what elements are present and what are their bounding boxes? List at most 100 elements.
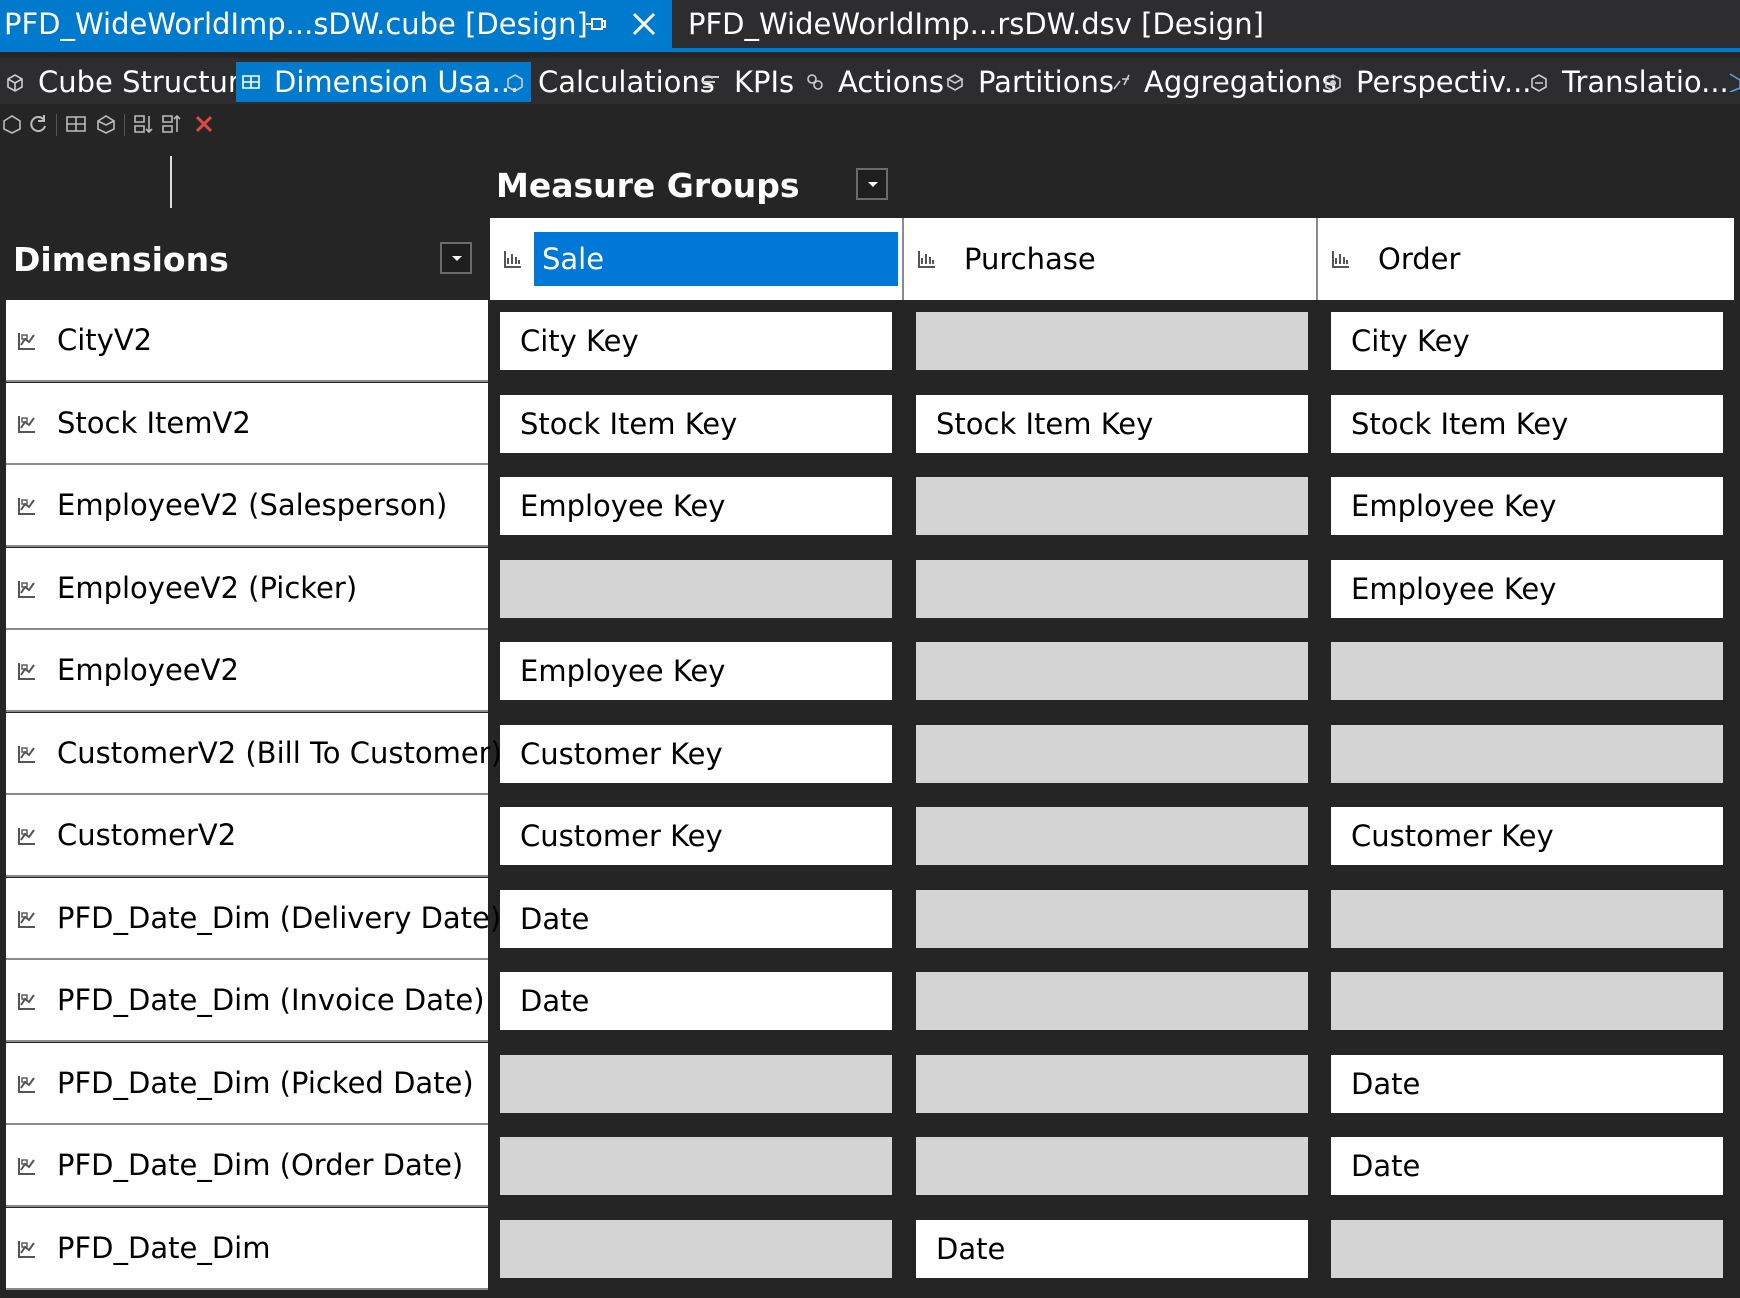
tab-cube-structure[interactable]: Cube Structure <box>0 62 257 102</box>
tab-aggregations[interactable]: Aggregations <box>1106 62 1337 102</box>
relationship-cell[interactable] <box>500 1219 892 1278</box>
relationship-cell[interactable] <box>916 724 1308 783</box>
tab-label: Actions <box>838 65 944 99</box>
dimensions-dropdown[interactable] <box>440 242 472 274</box>
sort-ascending-icon[interactable] <box>132 112 156 136</box>
relationship-cell[interactable] <box>916 1054 1308 1113</box>
relationship-cell[interactable]: City Key <box>1331 312 1723 370</box>
dimension-row[interactable]: PFD_Date_Dim <box>6 1207 488 1290</box>
dimension-icon <box>18 1075 35 1093</box>
document-tab-dsv[interactable]: PFD_WideWorldImp...rsDW.dsv [Design] <box>684 0 1264 48</box>
relationship-cell[interactable]: Stock Item Key <box>1331 394 1723 453</box>
tab-dimension-usage[interactable]: Dimension Usa... <box>236 62 532 102</box>
dimension-row[interactable]: PFD_Date_Dim (Order Date) <box>6 1125 488 1207</box>
tab-label: Perspectiv... <box>1356 65 1532 99</box>
refresh-icon[interactable] <box>26 112 50 136</box>
relationship-cell[interactable]: Date <box>916 1219 1308 1278</box>
relationship-cell[interactable]: Stock Item Key <box>500 394 892 453</box>
overflow-tab-icon[interactable] <box>1724 70 1740 92</box>
relationship-cell[interactable] <box>916 312 1308 370</box>
relationship-cell[interactable] <box>916 1137 1308 1195</box>
relationship-cell[interactable] <box>1331 972 1723 1030</box>
tab-label: Partitions <box>978 65 1114 99</box>
dimension-row[interactable]: CityV2 <box>6 300 488 382</box>
relationship-cell[interactable] <box>1331 1219 1723 1278</box>
dimension-icon <box>18 580 35 598</box>
dimension-label: EmployeeV2 (Picker) <box>57 570 358 605</box>
sort-descending-icon[interactable] <box>160 112 184 136</box>
relationship-cell[interactable] <box>916 559 1308 618</box>
grid-splitter[interactable] <box>170 156 172 208</box>
relationship-cell[interactable]: Employee Key <box>1331 477 1723 535</box>
relationship-cell[interactable] <box>916 807 1308 865</box>
dimension-row[interactable]: Stock ItemV2 <box>6 382 488 465</box>
tab-calculations[interactable]: Calculations <box>500 62 715 102</box>
dimension-row[interactable]: PFD_Date_Dim (Invoice Date) <box>6 960 488 1042</box>
tab-translations[interactable]: Translatio... <box>1524 62 1729 102</box>
tab-label: Cube Structure <box>38 65 258 99</box>
relationship-cell[interactable] <box>916 889 1308 948</box>
dimension-row[interactable]: CustomerV2 <box>6 795 488 877</box>
document-tab-cube[interactable]: PFD_WideWorldImp...sDW.cube [Design] <box>0 0 672 48</box>
relationship-cell[interactable]: Stock Item Key <box>916 394 1308 453</box>
dimension-label: PFD_Date_Dim (Delivery Date) <box>57 900 502 935</box>
relationship-cell[interactable] <box>500 1054 892 1113</box>
relationship-cell[interactable]: Customer Key <box>1331 807 1723 865</box>
designer-tab-strip: Cube Structure Dimension Usa... Calculat… <box>0 58 1740 104</box>
tab-label: Translatio... <box>1562 65 1729 99</box>
relationship-cell[interactable]: Date <box>1331 1054 1723 1113</box>
tab-kpis[interactable]: KPIs <box>696 62 794 102</box>
add-cube-dimension-icon[interactable] <box>0 112 24 136</box>
relationship-cell[interactable]: Customer Key <box>500 807 892 865</box>
relationship-cell[interactable]: Employee Key <box>1331 559 1723 618</box>
relationship-cell[interactable] <box>916 477 1308 535</box>
dimension-label: PFD_Date_Dim (Picked Date) <box>57 1065 474 1100</box>
relationship-cell[interactable]: Employee Key <box>500 642 892 700</box>
relationship-cell[interactable]: City Key <box>500 312 892 370</box>
tab-label: Dimension Usa... <box>274 65 520 99</box>
relationship-cell[interactable] <box>1331 642 1723 700</box>
dimension-row[interactable]: PFD_Date_Dim (Picked Date) <box>6 1042 488 1125</box>
measure-group-header-sale[interactable]: Sale <box>490 218 904 300</box>
relationship-cell[interactable]: Date <box>1331 1137 1723 1195</box>
dimension-label: EmployeeV2 <box>57 653 239 687</box>
relationship-cell[interactable] <box>916 972 1308 1030</box>
relationship-cell[interactable]: Employee Key <box>500 477 892 535</box>
measure-group-header-purchase[interactable]: Purchase <box>904 218 1318 300</box>
tab-label: Calculations <box>538 65 715 99</box>
dimension-row[interactable]: EmployeeV2 (Picker) <box>6 547 488 630</box>
pin-icon[interactable] <box>582 10 610 38</box>
cube-structure-icon <box>7 74 23 92</box>
dimension-label: Stock ItemV2 <box>57 405 251 440</box>
relationship-cell[interactable]: Customer Key <box>500 724 892 783</box>
delete-icon[interactable] <box>192 112 216 136</box>
document-tab-title: PFD_WideWorldImp...rsDW.dsv [Design] <box>688 7 1264 41</box>
dimension-row[interactable]: PFD_Date_Dim (Delivery Date) <box>6 877 501 960</box>
relationship-cell[interactable]: Date <box>500 972 892 1030</box>
close-icon[interactable] <box>630 10 658 38</box>
dimension-icon <box>18 1240 35 1258</box>
document-tab-strip: PFD_WideWorldImp...sDW.cube [Design] PFD… <box>0 0 1740 52</box>
tab-perspectives[interactable]: Perspectiv... <box>1318 62 1532 102</box>
tab-partitions[interactable]: Partitions <box>940 62 1114 102</box>
relationship-cell[interactable] <box>1331 724 1723 783</box>
measure-group-header-order[interactable]: Order <box>1318 218 1734 300</box>
tab-actions[interactable]: Actions <box>800 62 944 102</box>
dimension-row[interactable]: CustomerV2 (Bill To Customer) <box>6 712 502 795</box>
tab-label: Aggregations <box>1144 65 1337 99</box>
measure-group-label: Sale <box>534 232 898 286</box>
measure-groups-dropdown[interactable] <box>856 168 888 200</box>
add-measure-group-icon[interactable] <box>64 112 88 136</box>
relationship-cell[interactable] <box>500 1137 892 1195</box>
kpis-icon <box>703 76 719 88</box>
measure-group-icon <box>918 251 935 268</box>
dimension-label: CustomerV2 (Bill To Customer) <box>57 735 502 770</box>
relationship-cell[interactable] <box>500 559 892 618</box>
show-empty-cells-icon[interactable] <box>94 112 118 136</box>
calculations-icon <box>507 74 523 92</box>
dimension-row[interactable]: EmployeeV2 (Salesperson) <box>6 465 488 547</box>
dimension-row[interactable]: EmployeeV2 <box>6 630 488 712</box>
relationship-cell[interactable] <box>1331 889 1723 948</box>
relationship-cell[interactable] <box>916 642 1308 700</box>
relationship-cell[interactable]: Date <box>500 889 892 948</box>
